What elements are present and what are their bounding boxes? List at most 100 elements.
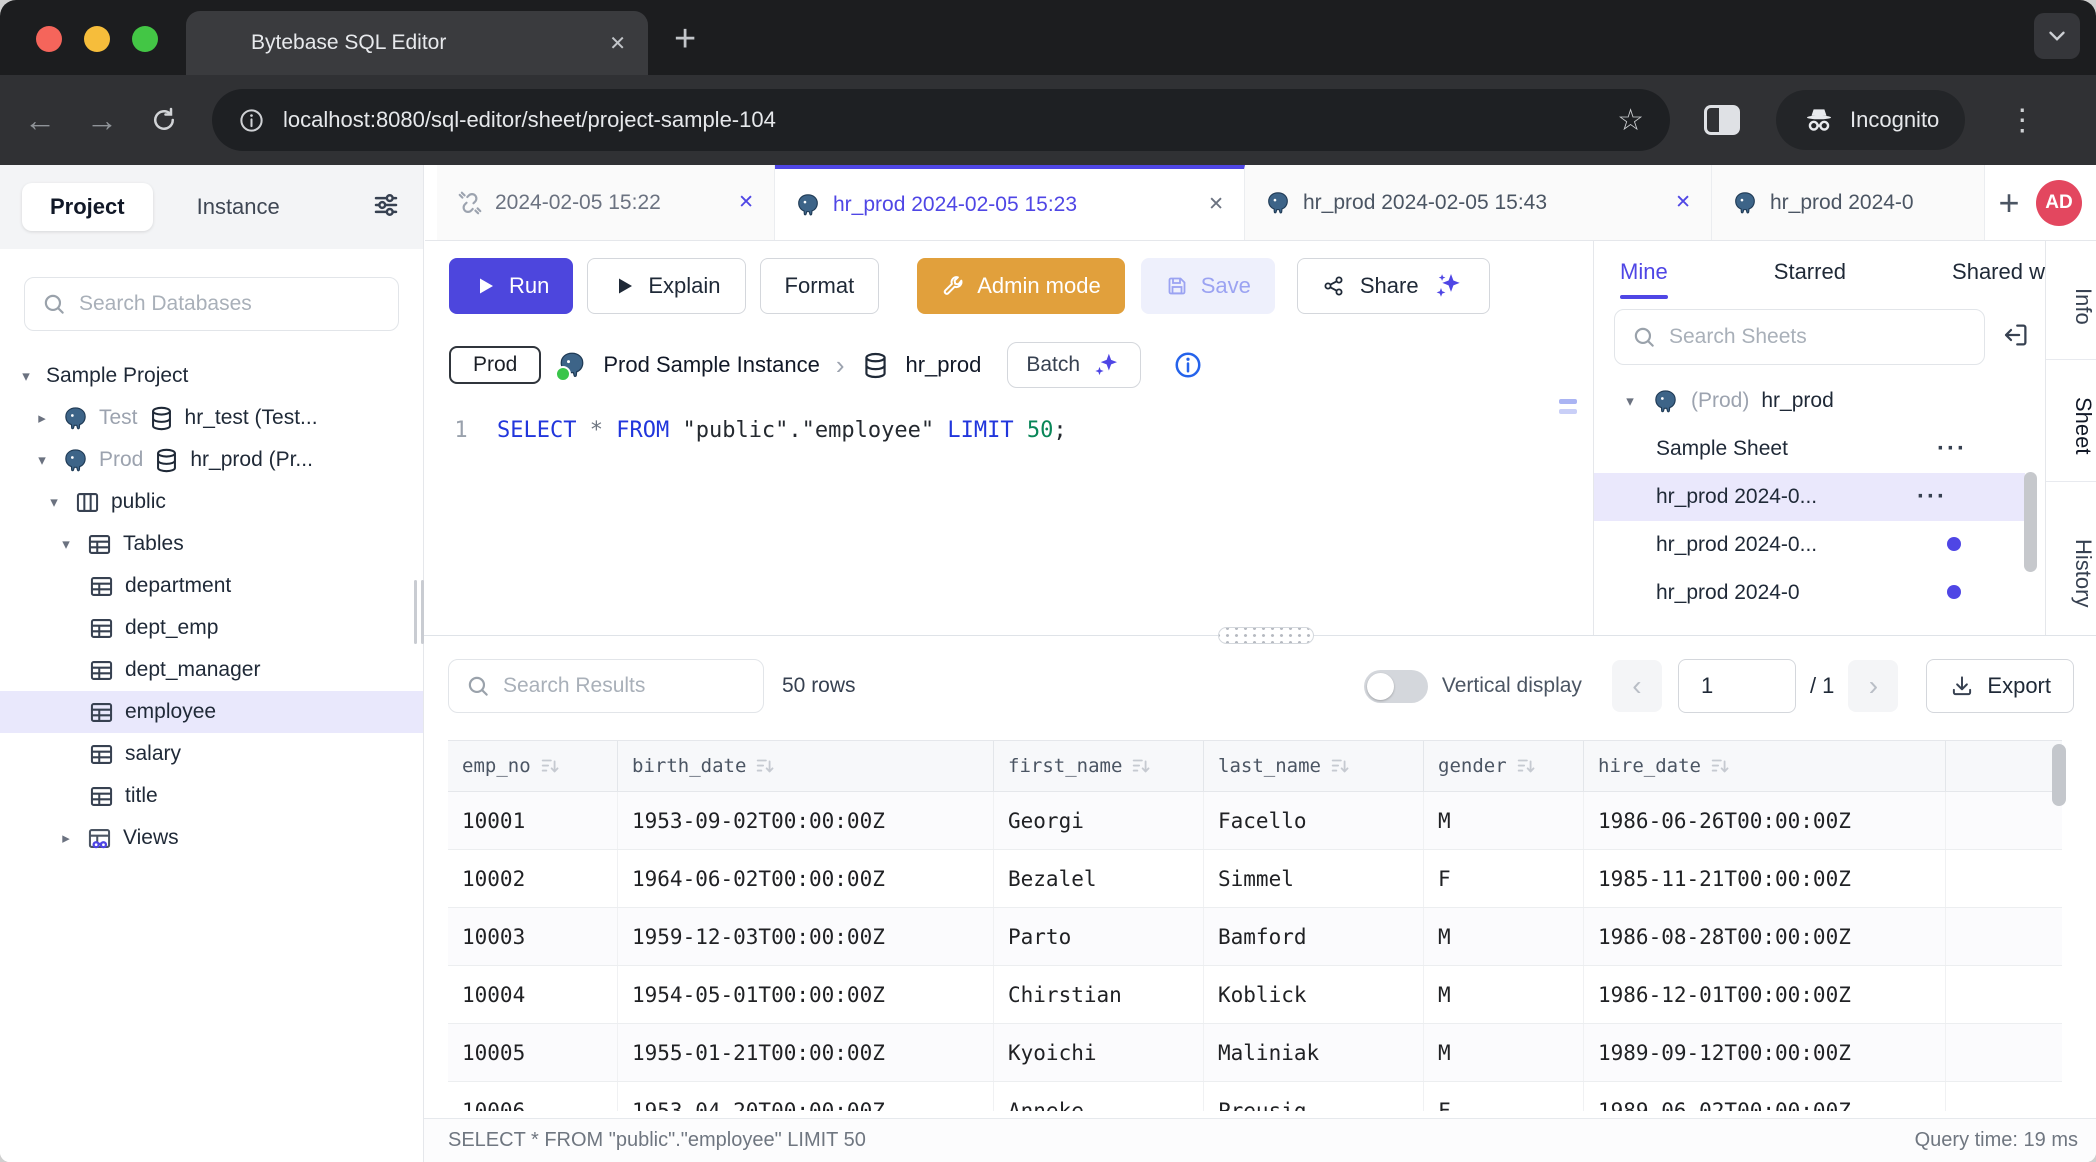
column-header-emp_no[interactable]: emp_no bbox=[448, 741, 618, 791]
caret-down-icon[interactable]: ▾ bbox=[32, 451, 52, 469]
sort-icon[interactable] bbox=[1130, 755, 1152, 777]
tab-instance[interactable]: Instance bbox=[197, 194, 280, 220]
column-header-birth_date[interactable]: birth_date bbox=[618, 741, 994, 791]
sheet-more-actions-icon[interactable]: ··· bbox=[1937, 435, 1967, 463]
tree-item-salary[interactable]: salary bbox=[0, 733, 423, 775]
results-search-box[interactable] bbox=[448, 659, 764, 713]
tree-item-department[interactable]: department bbox=[0, 565, 423, 607]
close-window-button[interactable] bbox=[36, 26, 62, 52]
import-sheet-icon[interactable] bbox=[2001, 320, 2031, 355]
explain-button[interactable]: Explain bbox=[587, 258, 745, 314]
prev-page-button[interactable]: ‹ bbox=[1612, 660, 1662, 712]
browser-menu-icon[interactable]: ⋮ bbox=[2007, 103, 2037, 138]
close-sheet-icon[interactable]: ✕ bbox=[738, 191, 754, 214]
filter-settings-icon[interactable] bbox=[371, 190, 401, 225]
sheet-tab-1[interactable]: 2024-02-05 15:22✕ bbox=[437, 165, 775, 240]
editor-minimap[interactable] bbox=[1559, 399, 1577, 414]
sheet-filter-mine[interactable]: Mine bbox=[1620, 259, 1668, 299]
table-row[interactable]: 100031959-12-03T00:00:00ZPartoBamfordM19… bbox=[448, 908, 2062, 966]
caret-down-icon[interactable]: ▾ bbox=[44, 493, 64, 511]
tab-info[interactable]: Info bbox=[2046, 261, 2096, 351]
sheet-more-actions-icon[interactable]: ··· bbox=[1917, 483, 1947, 511]
tree-item-title[interactable]: title bbox=[0, 775, 423, 817]
sort-icon[interactable] bbox=[1329, 755, 1351, 777]
page-number-input[interactable] bbox=[1678, 659, 1796, 713]
format-button[interactable]: Format bbox=[760, 258, 880, 314]
connection-info-icon[interactable] bbox=[1173, 350, 1203, 380]
column-header-first_name[interactable]: first_name bbox=[994, 741, 1204, 791]
database-search-box[interactable] bbox=[24, 277, 399, 331]
sort-icon[interactable] bbox=[539, 755, 561, 777]
forward-button[interactable]: → bbox=[84, 102, 120, 139]
browser-tab[interactable]: Bytebase SQL Editor ✕ bbox=[186, 11, 648, 75]
database-name[interactable]: hr_prod bbox=[906, 352, 982, 378]
sheet-list-item[interactable]: hr_prod 2024-0...··· bbox=[1594, 473, 2025, 521]
tree-item-views[interactable]: ▸Views bbox=[0, 817, 423, 859]
results-search-input[interactable] bbox=[503, 674, 747, 698]
save-button[interactable]: Save bbox=[1141, 258, 1275, 314]
table-row[interactable]: 100051955-01-21T00:00:00ZKyoichiMaliniak… bbox=[448, 1024, 2062, 1082]
tree-item-dept_manager[interactable]: dept_manager bbox=[0, 649, 423, 691]
tree-item-employee[interactable]: employee bbox=[0, 691, 423, 733]
next-page-button[interactable]: › bbox=[1848, 660, 1898, 712]
caret-down-icon[interactable]: ▾ bbox=[1620, 392, 1640, 410]
new-browser-tab-button[interactable]: + bbox=[674, 18, 696, 61]
bookmark-star-icon[interactable]: ☆ bbox=[1617, 103, 1644, 138]
sheet-filter-shared-w[interactable]: Shared w bbox=[1952, 259, 2045, 299]
sheet-group-database[interactable]: ▾(Prod)hr_prod bbox=[1594, 377, 2045, 425]
sheet-search-box[interactable] bbox=[1614, 309, 1985, 365]
sheet-list-item[interactable]: hr_prod 2024-0... bbox=[1594, 521, 2045, 569]
instance-name[interactable]: Prod Sample Instance bbox=[603, 352, 819, 378]
batch-mode-button[interactable]: Batch bbox=[1007, 342, 1141, 388]
minimize-window-button[interactable] bbox=[84, 26, 110, 52]
reload-button[interactable] bbox=[146, 105, 182, 135]
close-tab-icon[interactable]: ✕ bbox=[609, 31, 626, 56]
sort-icon[interactable] bbox=[1709, 755, 1731, 777]
tree-item-dept_emp[interactable]: dept_emp bbox=[0, 607, 423, 649]
tab-sheet[interactable]: Sheet bbox=[2046, 380, 2096, 472]
tree-item-sample[interactable]: ▾Sample Project bbox=[0, 355, 423, 397]
tree-item-public[interactable]: ▾public bbox=[0, 481, 423, 523]
sheet-tab-4[interactable]: hr_prod 2024-0 bbox=[1712, 165, 1985, 240]
caret-right-icon[interactable]: ▸ bbox=[56, 829, 76, 847]
results-table-scrollbar[interactable] bbox=[2052, 744, 2066, 806]
sidebar-resize-handle[interactable] bbox=[414, 580, 424, 644]
column-header-hire_date[interactable]: hire_date bbox=[1584, 741, 1946, 791]
database-search-input[interactable] bbox=[79, 292, 382, 316]
sheet-list-scrollbar[interactable] bbox=[2024, 472, 2037, 572]
table-row[interactable]: 100061953-04-20T00:00:00ZAnnekePreusigF1… bbox=[448, 1082, 2062, 1111]
sheet-filter-starred[interactable]: Starred bbox=[1774, 259, 1846, 299]
caret-down-icon[interactable]: ▾ bbox=[56, 535, 76, 553]
run-button[interactable]: Run bbox=[449, 258, 573, 314]
caret-down-icon[interactable]: ▾ bbox=[16, 367, 36, 385]
share-button[interactable]: Share bbox=[1297, 258, 1490, 314]
user-avatar[interactable]: AD bbox=[2036, 180, 2082, 226]
admin-mode-button[interactable]: Admin mode bbox=[917, 258, 1125, 314]
caret-right-icon[interactable]: ▸ bbox=[32, 409, 52, 427]
close-sheet-icon[interactable]: ✕ bbox=[1208, 193, 1224, 216]
tree-item-hr_test[interactable]: ▸Testhr_test (Test... bbox=[0, 397, 423, 439]
sort-icon[interactable] bbox=[1515, 755, 1537, 777]
sheet-search-input[interactable] bbox=[1669, 325, 1968, 349]
tab-overview-chevron-icon[interactable] bbox=[2034, 13, 2080, 59]
side-panel-icon[interactable] bbox=[1704, 105, 1740, 135]
sort-icon[interactable] bbox=[754, 755, 776, 777]
back-button[interactable]: ← bbox=[22, 102, 58, 139]
table-row[interactable]: 100041954-05-01T00:00:00ZChirstianKoblic… bbox=[448, 966, 2062, 1024]
maximize-window-button[interactable] bbox=[132, 26, 158, 52]
column-header-gender[interactable]: gender bbox=[1424, 741, 1584, 791]
site-info-icon[interactable] bbox=[238, 107, 265, 134]
panel-resize-handle[interactable] bbox=[1218, 627, 1314, 644]
address-bar[interactable]: localhost:8080/sql-editor/sheet/project-… bbox=[212, 89, 1670, 151]
sheet-list-item[interactable]: hr_prod 2024-0 bbox=[1594, 569, 2045, 617]
column-header-last_name[interactable]: last_name bbox=[1204, 741, 1424, 791]
table-row[interactable]: 100011953-09-02T00:00:00ZGeorgiFacelloM1… bbox=[448, 792, 2062, 850]
sheet-list-item[interactable]: Sample Sheet··· bbox=[1594, 425, 2045, 473]
sheet-tab-3[interactable]: hr_prod 2024-02-05 15:43✕ bbox=[1245, 165, 1712, 240]
tree-item-hr_prod[interactable]: ▾Prodhr_prod (Pr... bbox=[0, 439, 423, 481]
tree-item-tables[interactable]: ▾Tables bbox=[0, 523, 423, 565]
vertical-display-toggle[interactable] bbox=[1364, 670, 1428, 703]
export-button[interactable]: Export bbox=[1926, 659, 2074, 713]
tab-project[interactable]: Project bbox=[22, 183, 153, 231]
sheet-tab-2[interactable]: hr_prod 2024-02-05 15:23✕ bbox=[775, 165, 1245, 240]
